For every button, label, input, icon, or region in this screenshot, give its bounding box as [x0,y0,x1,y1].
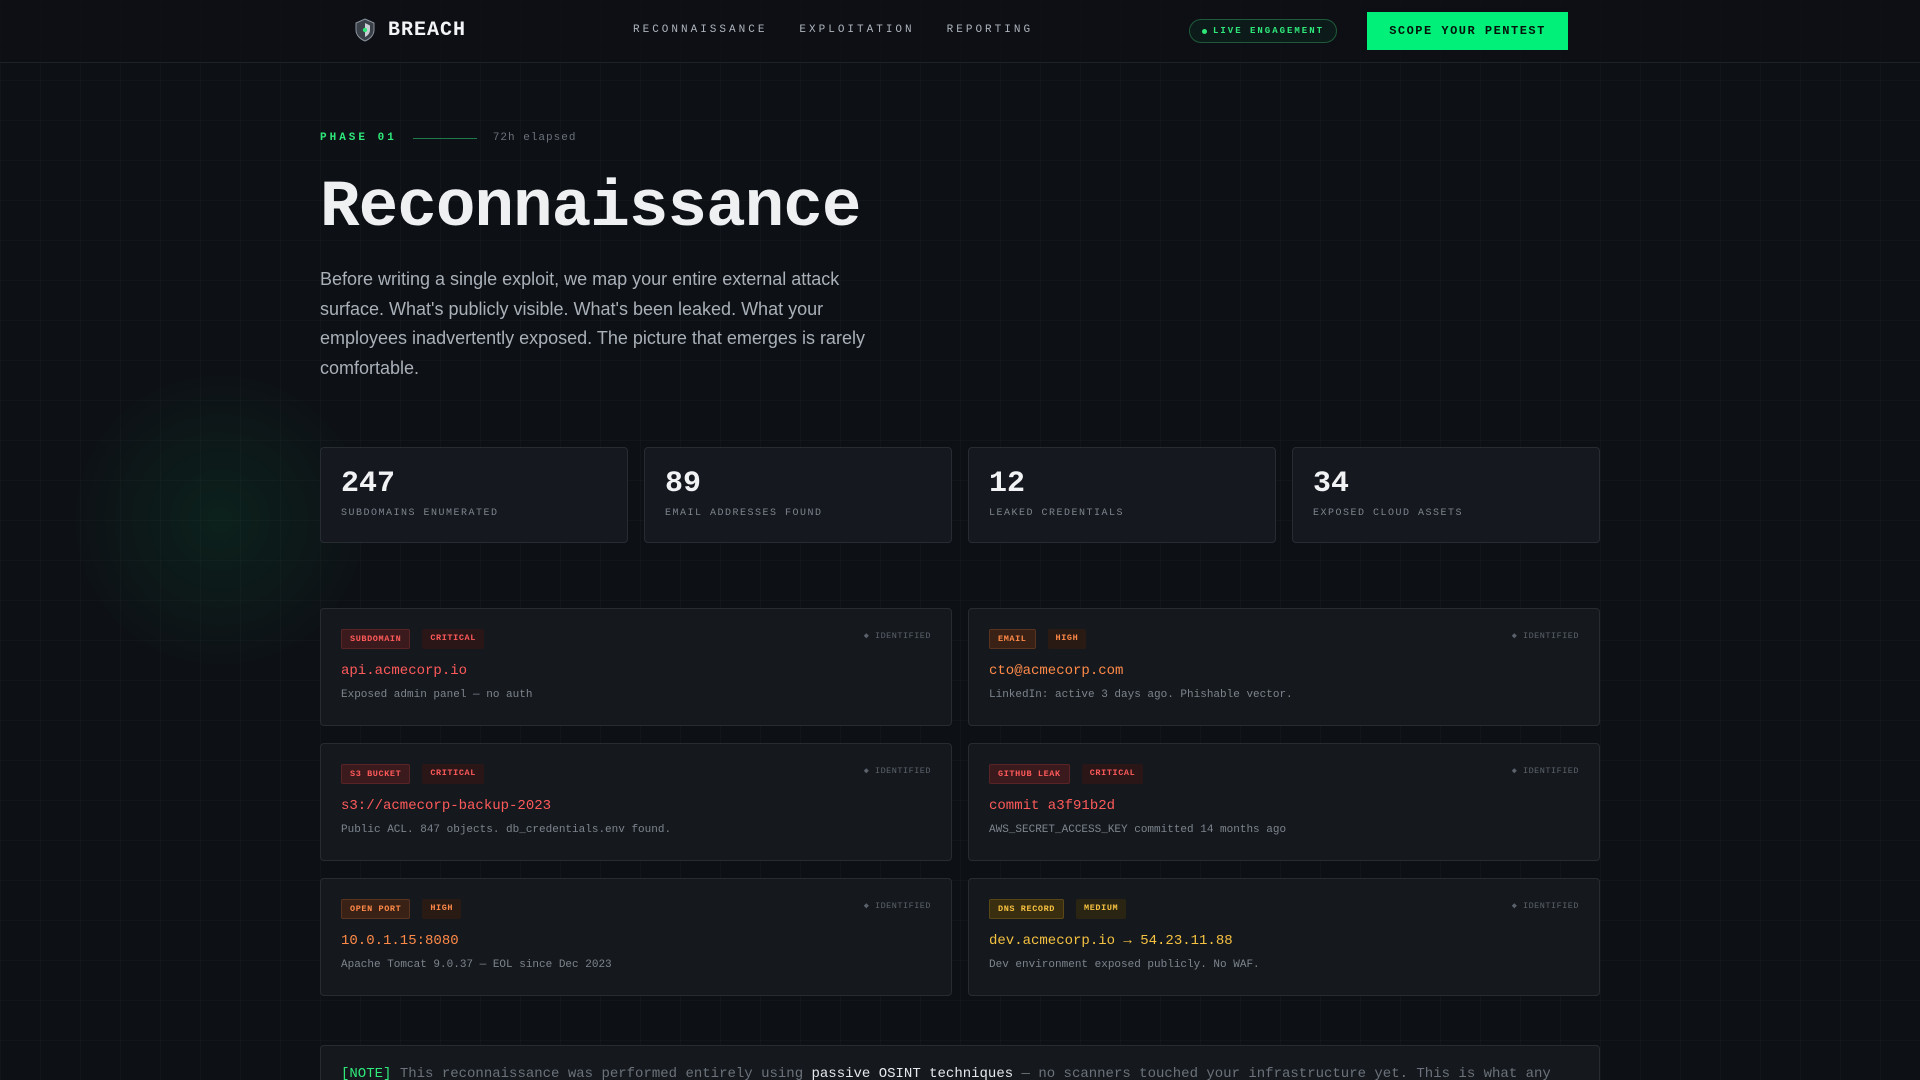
identified-status: ◆ IDENTIFIED [1511,901,1579,911]
stat-label: EMAIL ADDRESSES FOUND [665,508,823,519]
live-engagement-label: LIVE ENGAGEMENT [1213,26,1325,36]
finding-card[interactable]: GITHUB LEAK CRITICAL ◆ IDENTIFIED commit… [968,743,1600,861]
finding-description: Public ACL. 847 objects. db_credentials.… [341,824,672,836]
finding-card[interactable]: S3 BUCKET CRITICAL ◆ IDENTIFIED s3://acm… [320,743,952,861]
finding-type-badge: OPEN PORT [341,899,411,919]
finding-tags: GITHUB LEAK CRITICAL [989,764,1579,784]
identified-status: ◆ IDENTIFIED [863,901,931,911]
finding-tags: S3 BUCKET CRITICAL [341,764,931,784]
finding-type-badge: S3 BUCKET [341,764,411,784]
intro-paragraph: Before writing a single exploit, we map … [320,269,865,378]
findings-grid: SUBDOMAIN CRITICAL ◆ IDENTIFIED api.acme… [320,608,1600,996]
page-title: Reconnaissance [320,170,861,245]
phase-label: PHASE 01 [320,132,397,144]
osint-note: [NOTE] This reconnaissance was performed… [320,1045,1600,1080]
severity-badge: HIGH [422,899,462,919]
shield-logo-icon [355,18,375,42]
finding-card[interactable]: EMAIL HIGH ◆ IDENTIFIED cto@acmecorp.com… [968,608,1600,726]
identified-status: ◆ IDENTIFIED [863,631,931,641]
finding-tags: OPEN PORT HIGH [341,899,931,919]
finding-description: AWS_SECRET_ACCESS_KEY committed 14 month… [989,824,1287,836]
note-text-before: This reconnaissance was performed entire… [391,1066,812,1080]
stat-value: 89 [665,467,702,501]
top-nav: BREACH RECONNAISSANCE EXPLOITATION REPOR… [0,0,1920,63]
elapsed-time: 72h elapsed [492,132,577,144]
finding-type-badge: GITHUB LEAK [989,764,1070,784]
nav-link-exploitation[interactable]: EXPLOITATION [799,24,914,36]
note-text-after: — no scanners touched your infrastructur… [1013,1066,1551,1080]
finding-target: s3://acmecorp-backup-2023 [341,798,552,814]
finding-target: cto@acmecorp.com [989,663,1124,679]
note-emphasis: passive OSINT techniques [811,1066,1014,1080]
finding-target: 10.0.1.15:8080 [341,933,459,949]
finding-description: LinkedIn: active 3 days ago. Phishable v… [989,689,1293,701]
finding-description: Exposed admin panel — no auth [341,689,533,701]
finding-target: dev.acmecorp.io → 54.23.11.88 [989,933,1233,949]
live-dot-icon [1202,28,1207,34]
finding-card[interactable]: SUBDOMAIN CRITICAL ◆ IDENTIFIED api.acme… [320,608,952,726]
finding-description: Dev environment exposed publicly. No WAF… [989,959,1260,971]
live-engagement-badge: LIVE ENGAGEMENT [1189,19,1338,43]
phase-indicator: PHASE 01 72h elapsed [320,132,576,144]
stat-value: 247 [341,467,396,501]
finding-card[interactable]: OPEN PORT HIGH ◆ IDENTIFIED 10.0.1.15:80… [320,878,952,996]
brand[interactable]: BREACH [354,18,466,42]
identified-status: ◆ IDENTIFIED [1511,766,1579,776]
finding-tags: EMAIL HIGH [989,629,1579,649]
stat-value: 34 [1313,467,1350,501]
finding-description: Apache Tomcat 9.0.37 — EOL since Dec 202… [341,959,612,971]
nav-links: RECONNAISSANCE EXPLOITATION REPORTING [633,24,1033,36]
identified-status: ◆ IDENTIFIED [863,766,931,776]
finding-type-badge: DNS RECORD [989,899,1065,919]
finding-target: api.acmecorp.io [341,663,468,679]
severity-badge: MEDIUM [1076,899,1127,919]
stat-label: LEAKED CREDENTIALS [989,508,1125,519]
stat-label: EXPOSED CLOUD ASSETS [1313,508,1464,519]
severity-badge: CRITICAL [422,764,484,784]
brand-name: BREACH [388,18,467,42]
note-tag: [NOTE] [341,1066,392,1080]
finding-type-badge: SUBDOMAIN [341,629,411,649]
stat-value: 12 [989,467,1026,501]
phase-divider [412,137,477,139]
stat-card: 34 EXPOSED CLOUD ASSETS [1292,447,1600,543]
stats-row: 247 SUBDOMAINS ENUMERATED 89 EMAIL ADDRE… [320,447,1600,543]
scope-pentest-button[interactable]: SCOPE YOUR PENTEST [1367,12,1568,50]
nav-link-reconnaissance[interactable]: RECONNAISSANCE [633,24,767,36]
stat-label: SUBDOMAINS ENUMERATED [341,508,499,519]
finding-target: commit a3f91b2d [989,798,1116,814]
finding-type-badge: EMAIL [989,629,1036,649]
nav-link-reporting[interactable]: REPORTING [947,24,1033,36]
severity-badge: CRITICAL [1081,764,1144,784]
severity-badge: CRITICAL [422,629,484,649]
identified-status: ◆ IDENTIFIED [1511,631,1579,641]
finding-tags: DNS RECORD MEDIUM [989,899,1579,919]
stat-card: 247 SUBDOMAINS ENUMERATED [320,447,628,543]
finding-card[interactable]: DNS RECORD MEDIUM ◆ IDENTIFIED dev.acmec… [968,878,1600,996]
finding-tags: SUBDOMAIN CRITICAL [341,629,931,649]
stat-card: 89 EMAIL ADDRESSES FOUND [644,447,952,543]
severity-badge: HIGH [1047,629,1087,649]
stat-card: 12 LEAKED CREDENTIALS [968,447,1276,543]
